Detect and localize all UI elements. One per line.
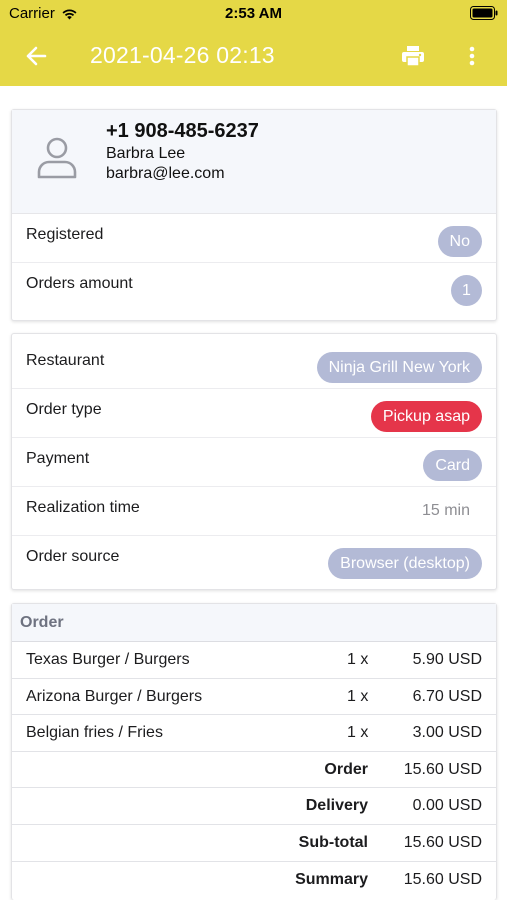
status-time: 2:53 AM <box>225 5 282 22</box>
orders-amount-badge: 1 <box>451 275 482 306</box>
total-amount: 15.60 USD <box>403 870 482 888</box>
more-vertical-icon <box>469 46 475 66</box>
person-icon <box>37 137 77 179</box>
row-label: Order source <box>26 548 120 565</box>
registered-badge: No <box>437 226 482 257</box>
customer-email[interactable]: barbra@lee.com <box>106 165 225 183</box>
item-name: Arizona Burger / Burgers <box>26 687 203 705</box>
order-section-title: Order <box>20 614 64 631</box>
total-amount: 15.60 USD <box>403 760 482 778</box>
item-name: Texas Burger / Burgers <box>26 651 190 668</box>
back-button[interactable] <box>22 42 50 70</box>
order-source-badge: Browser (desktop) <box>328 548 482 579</box>
customer-card: +1 908-485-6237 Barbra Lee barbra@lee.co… <box>11 109 497 321</box>
printer-icon <box>402 46 424 67</box>
payment-badge: Card <box>423 450 482 481</box>
item-amount: 6.70 USD <box>412 687 482 705</box>
item-name: Belgian fries / Fries <box>26 724 163 742</box>
order-section-header: Order <box>12 604 496 642</box>
item-amount: 5.90 USD <box>412 651 482 668</box>
registered-row: Registered No <box>12 214 496 263</box>
customer-header: +1 908-485-6237 Barbra Lee barbra@lee.co… <box>12 110 496 214</box>
item-amount: 3.00 USD <box>412 724 482 742</box>
order-items-card: Order Texas Burger / Burgers 1 x 5.90 US… <box>11 603 497 900</box>
print-button[interactable] <box>398 42 428 70</box>
page-title: 2021-04-26 02:13 <box>90 42 275 68</box>
payment-row: Payment Card <box>12 438 496 487</box>
order-item-row: Arizona Burger / Burgers 1 x 6.70 USD <box>12 679 496 716</box>
total-label: Order <box>324 760 368 778</box>
order-total-row: Order 15.60 USD <box>12 752 496 789</box>
item-quantity: 1 x <box>347 724 369 742</box>
orders-amount-row: Orders amount 1 <box>12 263 496 312</box>
total-label: Delivery <box>305 797 368 815</box>
order-details-card: Restaurant Ninja Grill New York Order ty… <box>11 333 497 590</box>
row-label: Realization time <box>26 499 140 516</box>
battery-icon <box>470 6 498 20</box>
row-label: Orders amount <box>26 275 133 292</box>
item-quantity: 1 x <box>347 687 369 705</box>
summary-row: Summary 15.60 USD <box>12 862 496 899</box>
total-amount: 15.60 USD <box>403 833 482 851</box>
total-label: Summary <box>295 870 368 888</box>
row-label: Restaurant <box>26 352 105 369</box>
item-quantity: 1 x <box>347 651 369 668</box>
order-source-row: Order source Browser (desktop) <box>12 536 496 585</box>
customer-name: Barbra Lee <box>106 145 186 162</box>
order-item-row: Texas Burger / Burgers 1 x 5.90 USD <box>12 642 496 679</box>
restaurant-row: Restaurant Ninja Grill New York <box>12 340 496 389</box>
order-type-row: Order type Pickup asap <box>12 389 496 438</box>
restaurant-badge: Ninja Grill New York <box>316 352 482 383</box>
total-amount: 0.00 USD <box>412 797 482 815</box>
row-label: Registered <box>26 226 104 243</box>
delivery-total-row: Delivery 0.00 USD <box>12 788 496 825</box>
subtotal-row: Sub-total 15.60 USD <box>12 825 496 862</box>
order-type-badge: Pickup asap <box>370 401 482 432</box>
row-label: Order type <box>26 401 102 418</box>
app-bar: 2021-04-26 02:13 <box>0 26 507 86</box>
status-bar: Carrier 2:53 AM <box>0 0 507 26</box>
realization-time-value: 15 min <box>421 502 470 519</box>
arrow-left-icon <box>26 46 47 66</box>
order-item-row: Belgian fries / Fries 1 x 3.00 USD <box>12 715 496 752</box>
customer-phone[interactable]: +1 908-485-6237 <box>106 120 259 143</box>
more-options-button[interactable] <box>460 42 484 70</box>
total-label: Sub-total <box>298 833 368 851</box>
realization-time-row: Realization time 15 min <box>12 487 496 536</box>
row-label: Payment <box>26 450 90 467</box>
